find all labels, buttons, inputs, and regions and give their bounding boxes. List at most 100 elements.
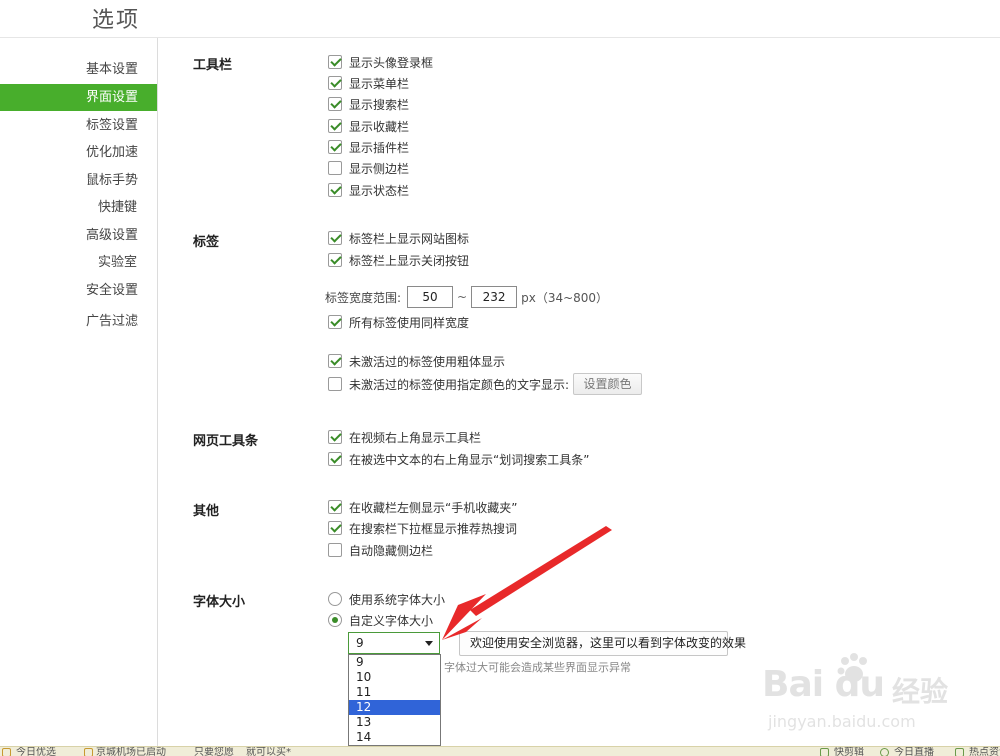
- font-option-system[interactable]: 使用系统字体大小: [328, 590, 445, 608]
- arrow-head: [442, 594, 486, 640]
- checkbox-label: 在收藏栏左侧显示“手机收藏夹”: [349, 500, 518, 515]
- sidebar-item-basic[interactable]: 基本设置: [0, 56, 157, 83]
- toolbar-option-sidebar[interactable]: 显示侧边栏: [328, 159, 409, 177]
- checkbox[interactable]: [328, 521, 342, 535]
- sidebar-item-security[interactable]: 安全设置: [0, 277, 157, 304]
- checkbox[interactable]: [328, 315, 342, 329]
- toolbar-option-favorites[interactable]: 显示收藏栏: [328, 117, 409, 135]
- checkbox-label: 在视频右上角显示工具栏: [349, 430, 482, 445]
- status-item[interactable]: 快剪辑: [834, 748, 864, 756]
- webtoolbar-option-video[interactable]: 在视频右上角显示工具栏: [328, 428, 481, 446]
- hot-news-icon[interactable]: [955, 748, 964, 756]
- checkbox[interactable]: [328, 55, 342, 69]
- sidebar-item-mouse-gesture[interactable]: 鼠标手势: [0, 167, 157, 194]
- dropdown-option[interactable]: 11: [349, 685, 440, 700]
- toolbar-option-searchbar[interactable]: 显示搜索栏: [328, 95, 409, 113]
- font-option-custom[interactable]: 自定义字体大小: [328, 611, 433, 629]
- dropdown-option[interactable]: 13: [349, 715, 440, 730]
- sidebar-item-lab[interactable]: 实验室: [0, 249, 157, 276]
- checkbox-label: 显示侧边栏: [349, 161, 410, 176]
- tab-width-hint: px（34~800）: [521, 290, 609, 305]
- status-item[interactable]: 今日直播: [894, 748, 934, 756]
- watermark-brand: 经验: [892, 675, 949, 708]
- news-icon[interactable]: [84, 748, 93, 756]
- sidebar-item-shortcuts[interactable]: 快捷键: [0, 194, 157, 221]
- watermark-url: jingyan.baidu.com: [768, 712, 916, 731]
- page-title: 选项: [92, 8, 141, 33]
- checkbox-label: 未激活过的标签使用指定颜色的文字显示:: [349, 377, 570, 392]
- toolbar-option-avatar[interactable]: 显示头像登录框: [328, 53, 433, 71]
- page-header: 选项: [0, 0, 1000, 38]
- sidebar-item-tabs[interactable]: 标签设置: [0, 112, 157, 139]
- checkbox[interactable]: [328, 97, 342, 111]
- tab-width-range: 标签宽度范围: 50 ~ 232 px（34~800）: [325, 286, 608, 308]
- annotation-arrow-icon: [442, 526, 612, 640]
- paw-icon: [837, 653, 867, 682]
- status-bar: 今日优选 京城机场已启动 只要您愿 就可以买* 快剪辑 今日直播 热点资讯: [0, 746, 1000, 756]
- live-icon[interactable]: [880, 748, 889, 756]
- checkbox-label: 标签栏上显示关闭按钮: [349, 253, 470, 268]
- checkbox[interactable]: [328, 500, 342, 514]
- section-title-other: 其他: [193, 504, 220, 519]
- tabs-option-inactive-color[interactable]: 未激活过的标签使用指定颜色的文字显示:: [328, 375, 569, 393]
- checkbox-label: 显示搜索栏: [349, 97, 410, 112]
- checkbox[interactable]: [328, 76, 342, 90]
- checkbox-label: 显示插件栏: [349, 140, 410, 155]
- checkbox[interactable]: [328, 183, 342, 197]
- status-item[interactable]: 京城机场已启动: [96, 748, 166, 756]
- toolbar-option-plugins[interactable]: 显示插件栏: [328, 138, 409, 156]
- font-size-select[interactable]: 9: [348, 632, 440, 654]
- news-icon[interactable]: [2, 748, 11, 756]
- status-item[interactable]: 只要您愿: [194, 748, 234, 756]
- checkbox[interactable]: [328, 119, 342, 133]
- dropdown-option[interactable]: 9: [349, 655, 440, 670]
- tabs-option-same-width[interactable]: 所有标签使用同样宽度: [328, 313, 469, 331]
- checkbox-label: 标签栏上显示网站图标: [349, 231, 470, 246]
- sidebar-item-adblock[interactable]: 广告过滤: [0, 308, 157, 335]
- radio-button[interactable]: [328, 613, 342, 627]
- checkbox[interactable]: [328, 253, 342, 267]
- tab-width-max-input[interactable]: 232: [471, 286, 518, 308]
- checkbox[interactable]: [328, 430, 342, 444]
- status-item[interactable]: 热点资讯: [969, 748, 1000, 756]
- webtoolbar-option-selection-search[interactable]: 在被选中文本的右上角显示“划词搜索工具条”: [328, 450, 589, 468]
- checkbox[interactable]: [328, 377, 342, 391]
- radio-button[interactable]: [328, 592, 342, 606]
- dropdown-option-highlighted[interactable]: 12: [349, 700, 440, 715]
- checkbox[interactable]: [328, 543, 342, 557]
- tabs-option-inactive-bold[interactable]: 未激活过的标签使用粗体显示: [328, 352, 505, 370]
- status-item[interactable]: 今日优选: [16, 748, 56, 756]
- set-color-button[interactable]: 设置颜色: [573, 373, 642, 395]
- toolbar-option-statusbar[interactable]: 显示状态栏: [328, 181, 409, 199]
- dropdown-option[interactable]: 10: [349, 670, 440, 685]
- checkbox[interactable]: [328, 231, 342, 245]
- section-title-font-size: 字体大小: [193, 595, 246, 610]
- checkbox[interactable]: [328, 452, 342, 466]
- tabs-option-close-button[interactable]: 标签栏上显示关闭按钮: [328, 251, 469, 269]
- other-option-auto-hide-sidebar[interactable]: 自动隐藏侧边栏: [328, 541, 433, 559]
- checkbox-label: 所有标签使用同样宽度: [349, 315, 470, 330]
- checkbox-label: 在被选中文本的右上角显示“划词搜索工具条”: [349, 452, 590, 467]
- checkbox[interactable]: [328, 140, 342, 154]
- sidebar: 基本设置 界面设置 标签设置 优化加速 鼠标手势 快捷键 高级设置 实验室 安全…: [0, 38, 158, 746]
- checkbox-label: 显示菜单栏: [349, 76, 410, 91]
- sidebar-item-optimize[interactable]: 优化加速: [0, 139, 157, 166]
- baidu-watermark: Bai du 经验 jingyan.baidu.com: [762, 644, 962, 736]
- tabs-option-favicon[interactable]: 标签栏上显示网站图标: [328, 229, 469, 247]
- section-title-tabs: 标签: [193, 235, 220, 250]
- section-title-web-toolbar: 网页工具条: [193, 434, 259, 449]
- other-option-mobile-favorites[interactable]: 在收藏栏左侧显示“手机收藏夹”: [328, 498, 517, 516]
- sidebar-item-interface[interactable]: 界面设置: [0, 84, 157, 111]
- toolbar-option-menubar[interactable]: 显示菜单栏: [328, 74, 409, 92]
- checkbox-label: 显示收藏栏: [349, 119, 410, 134]
- tab-width-min-input[interactable]: 50: [407, 286, 454, 308]
- scissors-icon[interactable]: [820, 748, 829, 756]
- checkbox[interactable]: [328, 354, 342, 368]
- dropdown-option[interactable]: 14: [349, 730, 440, 745]
- checkbox[interactable]: [328, 161, 342, 175]
- sidebar-item-advanced[interactable]: 高级设置: [0, 222, 157, 249]
- section-title-toolbar: 工具栏: [193, 58, 233, 73]
- status-item[interactable]: 就可以买*: [246, 748, 291, 756]
- font-size-dropdown: 9 10 11 12 13 14: [348, 654, 441, 746]
- arrow-shaft: [470, 526, 612, 616]
